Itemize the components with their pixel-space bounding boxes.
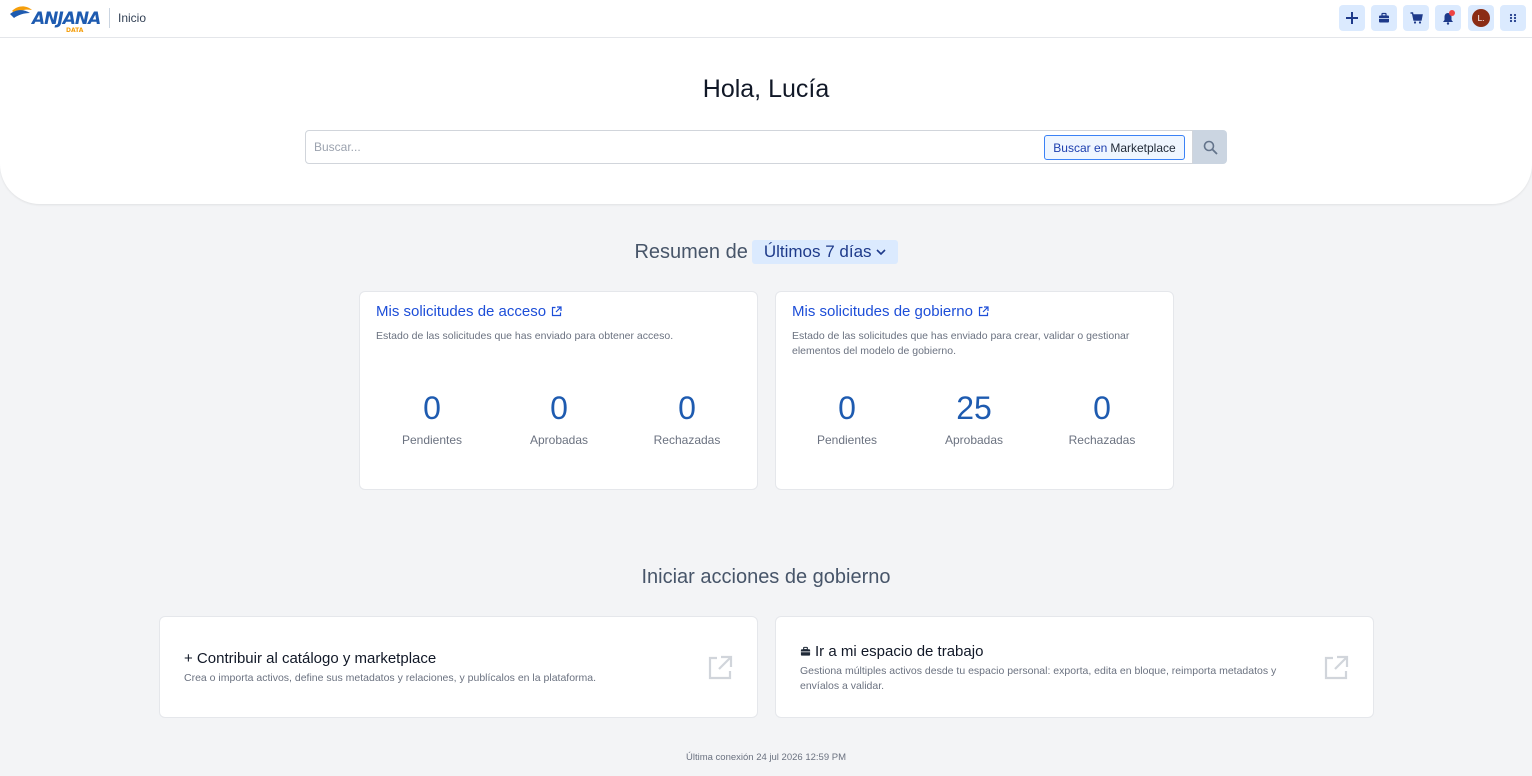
stat-value: 25	[956, 390, 992, 426]
svg-text:ANJANA: ANJANA	[30, 9, 100, 29]
plus-icon	[1346, 12, 1358, 24]
stat-value: 0	[423, 390, 441, 426]
svg-text:DATA: DATA	[66, 27, 84, 33]
summary-heading: Resumen de Últimos 7 días	[0, 240, 1532, 264]
workspace-action-title: Ir a mi espacio de trabajo	[815, 643, 984, 660]
governance-actions-title: Iniciar acciones de gobierno	[641, 566, 891, 588]
stat-approved[interactable]: 0 Aprobadas	[495, 390, 623, 447]
breadcrumb-home[interactable]: Inicio	[118, 11, 146, 25]
stat-pending[interactable]: 0 Pendientes	[368, 390, 496, 447]
stat-pending[interactable]: 0 Pendientes	[783, 390, 911, 447]
contribute-catalog-description: Crea o importa activos, define sus metad…	[184, 672, 597, 684]
apps-button[interactable]	[1500, 5, 1526, 31]
stat-value: 0	[550, 390, 568, 426]
governance-requests-link[interactable]: Mis solicitudes de gobierno	[792, 303, 989, 320]
workspace-action-description: Gestiona múltiples activos desde tu espa…	[800, 665, 1277, 692]
stat-rejected[interactable]: 0 Rechazadas	[1038, 390, 1166, 447]
stat-value: 0	[678, 390, 696, 426]
external-link-icon	[1324, 655, 1349, 680]
period-dropdown[interactable]: Últimos 7 días	[751, 240, 898, 264]
stat-label: Pendientes	[401, 433, 463, 447]
stat-label: Aprobadas	[944, 433, 1004, 447]
workspace-action-heading: Ir a mi espacio de trabajo	[800, 643, 983, 660]
search-input[interactable]	[314, 131, 1034, 163]
contribute-catalog-action[interactable]: + Contribuir al catálogo y marketplace C…	[159, 616, 758, 718]
cart-button[interactable]	[1403, 5, 1429, 31]
stat-label: Rechazadas	[1068, 433, 1136, 447]
search-marketplace-button[interactable]: Buscar en Marketplace	[1044, 135, 1185, 160]
external-link-icon	[551, 306, 562, 317]
greeting-title: Hola, Lucía	[702, 75, 830, 103]
hero-panel: Hola, Lucía Buscar en Marketplace	[0, 38, 1532, 204]
summary-prefix: Resumen de	[634, 240, 748, 263]
stat-label: Pendientes	[816, 433, 878, 447]
stat-rejected[interactable]: 0 Rechazadas	[623, 390, 751, 447]
workspace-action[interactable]: Ir a mi espacio de trabajo Gestiona múlt…	[775, 616, 1374, 718]
notifications-button[interactable]	[1435, 5, 1461, 31]
user-menu-button[interactable]: L.	[1468, 5, 1494, 31]
notification-badge	[1449, 10, 1455, 16]
governance-requests-title: Mis solicitudes de gobierno	[792, 303, 973, 320]
stat-label: Rechazadas	[653, 433, 721, 447]
stat-label: Aprobadas	[529, 433, 589, 447]
governance-requests-description: Estado de las solicitudes que has enviad…	[792, 330, 1130, 357]
apps-grid-icon	[1509, 13, 1517, 23]
search-button[interactable]	[1193, 130, 1227, 164]
search-box: Buscar en Marketplace	[305, 130, 1193, 164]
search-marketplace-prefix: Buscar en	[1053, 140, 1108, 155]
external-link-icon	[708, 655, 733, 680]
chevron-down-icon	[875, 248, 886, 255]
external-link-icon	[978, 306, 989, 317]
search-icon	[1203, 140, 1218, 155]
access-requests-card: Mis solicitudes de acceso Estado de las …	[359, 291, 758, 490]
stat-approved[interactable]: 25 Aprobadas	[910, 390, 1038, 447]
workspace-button[interactable]	[1371, 5, 1397, 31]
access-requests-title: Mis solicitudes de acceso	[376, 303, 547, 320]
period-label: Últimos 7 días	[763, 242, 872, 261]
briefcase-icon	[800, 646, 811, 656]
top-bar: ANJANA DATA Inicio L.	[0, 0, 1532, 38]
anjana-logo[interactable]: ANJANA DATA	[10, 3, 104, 34]
stat-value: 0	[1093, 390, 1111, 426]
search-marketplace-label: Marketplace	[1110, 140, 1176, 155]
stat-value: 0	[838, 390, 856, 426]
logo-divider	[109, 8, 110, 28]
contribute-catalog-title: + Contribuir al catálogo y marketplace	[184, 650, 437, 667]
access-requests-description: Estado de las solicitudes que has enviad…	[376, 330, 674, 342]
add-button[interactable]	[1339, 5, 1365, 31]
last-login-text: Última conexión 24 jul 2026 12:59 PM	[685, 752, 846, 763]
avatar: L.	[1472, 9, 1490, 27]
cart-icon	[1410, 12, 1423, 24]
access-requests-link[interactable]: Mis solicitudes de acceso	[376, 303, 562, 320]
briefcase-icon	[1379, 12, 1389, 23]
governance-requests-card: Mis solicitudes de gobierno Estado de la…	[775, 291, 1174, 490]
